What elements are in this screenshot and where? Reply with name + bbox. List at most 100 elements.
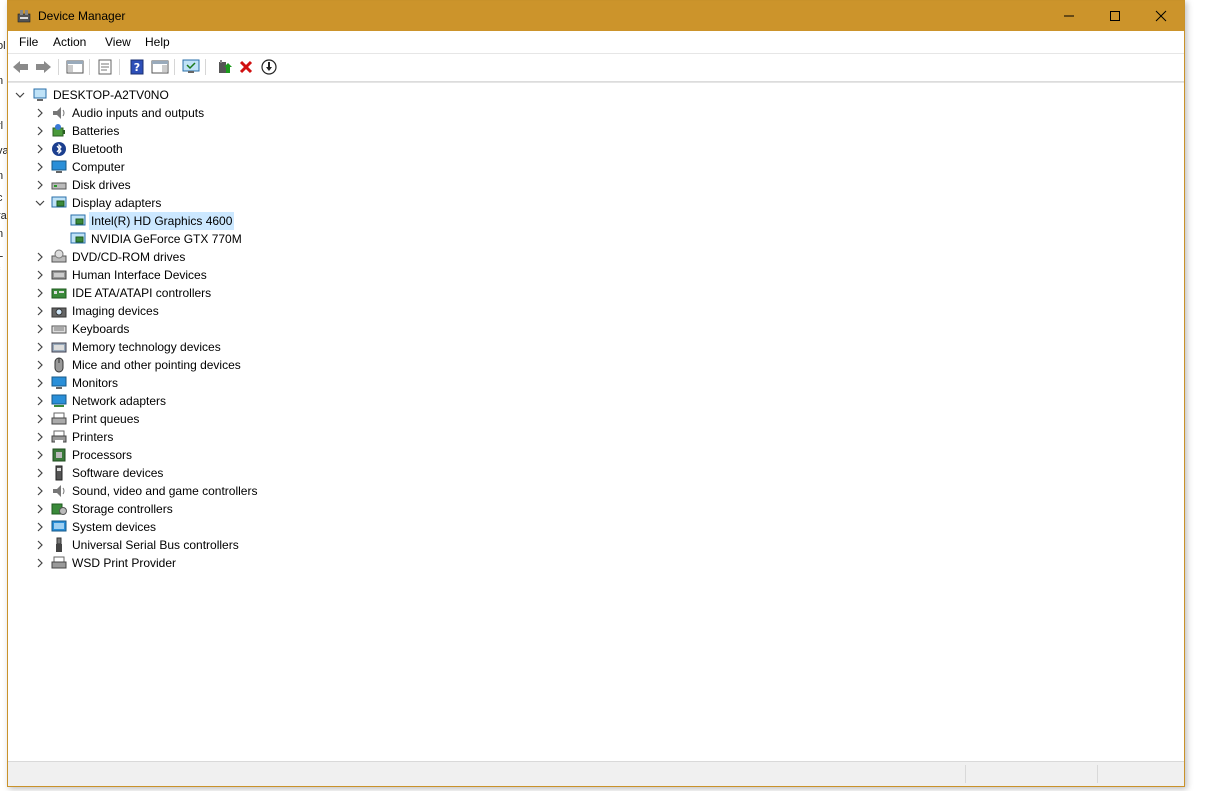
tree-device[interactable]: Intel(R) HD Graphics 4600 [8,212,608,230]
memory-icon [51,339,67,355]
uninstall-device-button[interactable] [236,58,256,76]
background-text-fragment: rl [0,120,4,132]
minimize-icon [1064,15,1074,17]
chevron-down-icon[interactable] [15,86,25,104]
tree-category[interactable]: WSD Print Provider [8,554,608,572]
chevron-right-icon[interactable] [35,428,45,446]
tree-category[interactable]: Storage controllers [8,500,608,518]
tree-category[interactable]: Disk drives [8,176,608,194]
status-pane [1097,765,1186,783]
wsd-printer-icon [51,555,67,571]
tree-item-label: Processors [72,448,133,462]
chevron-right-icon[interactable] [35,374,45,392]
menu-view[interactable]: View [105,35,131,49]
uninstall-device-icon [239,60,253,74]
tree-item-label: Imaging devices [72,304,159,318]
disable-device-button[interactable] [259,58,279,76]
show-hide-console-tree-icon [66,60,84,74]
chevron-right-icon[interactable] [35,536,45,554]
print-queue-icon [51,411,67,427]
menu-file[interactable]: File [19,35,38,49]
menu-help[interactable]: Help [145,35,170,49]
action-pane-button[interactable] [150,58,170,76]
help-button[interactable]: ? [127,58,147,76]
tree-category[interactable]: Processors [8,446,608,464]
tree-item-label: Human Interface Devices [72,268,207,282]
keyboard-icon [51,321,67,337]
menu-action[interactable]: Action [53,35,86,49]
chevron-right-icon[interactable] [35,122,45,140]
back-button[interactable] [11,58,31,76]
chevron-right-icon[interactable] [35,464,45,482]
chevron-right-icon[interactable] [35,392,45,410]
forward-button[interactable] [33,58,53,76]
tree-category[interactable]: Keyboards [8,320,608,338]
show-hide-console-tree-button[interactable] [65,58,85,76]
action-pane-icon [151,60,169,74]
tree-root[interactable]: DESKTOP-A2TV0NO [8,86,608,104]
display-adapter-icon [70,231,86,247]
minimize-button[interactable] [1046,1,1092,31]
tree-item-label: Bluetooth [72,142,123,156]
toolbar-separator [119,59,120,75]
tree-category[interactable]: Universal Serial Bus controllers [8,536,608,554]
chevron-right-icon[interactable] [35,338,45,356]
tree-category[interactable]: System devices [8,518,608,536]
tree-item-label: Network adapters [72,394,167,408]
svg-text:?: ? [134,61,140,74]
chevron-right-icon[interactable] [35,500,45,518]
tree-category[interactable]: Print queues [8,410,608,428]
tree-category[interactable]: Software devices [8,464,608,482]
chevron-right-icon[interactable] [35,248,45,266]
maximize-button[interactable] [1092,1,1138,31]
title-bar[interactable]: Device Manager [8,1,1184,31]
tree-category[interactable]: Monitors [8,374,608,392]
device-manager-window: Device Manager File Action View Help ? D… [7,0,1185,787]
tree-category[interactable]: Sound, video and game controllers [8,482,608,500]
tree-category[interactable]: Memory technology devices [8,338,608,356]
chevron-right-icon[interactable] [35,446,45,464]
chevron-down-icon[interactable] [35,194,45,212]
tree-category[interactable]: Human Interface Devices [8,266,608,284]
status-bar [8,761,1184,786]
tree-category[interactable]: Batteries [8,122,608,140]
chevron-right-icon[interactable] [35,104,45,122]
chevron-right-icon[interactable] [35,518,45,536]
chevron-right-icon[interactable] [35,284,45,302]
background-text-fragment: n [0,170,4,182]
close-button[interactable] [1138,1,1184,31]
monitor-icon [51,375,67,391]
chevron-right-icon[interactable] [35,482,45,500]
window-title: Device Manager [38,9,126,23]
hid-icon [51,267,67,283]
tree-category[interactable]: Network adapters [8,392,608,410]
tree-category[interactable]: IDE ATA/ATAPI controllers [8,284,608,302]
tree-device[interactable]: NVIDIA GeForce GTX 770M [8,230,608,248]
chevron-right-icon[interactable] [35,266,45,284]
scan-hardware-changes-button[interactable] [181,58,201,76]
tree-item-label: Monitors [72,376,119,390]
chevron-right-icon[interactable] [35,140,45,158]
chevron-right-icon[interactable] [35,158,45,176]
chevron-right-icon[interactable] [35,410,45,428]
processor-icon [51,447,67,463]
tree-category[interactable]: Audio inputs and outputs [8,104,608,122]
tree-category[interactable]: Computer [8,158,608,176]
tree-category[interactable]: Imaging devices [8,302,608,320]
chevron-right-icon[interactable] [35,320,45,338]
tree-item-label: Computer [72,160,125,174]
tree-category[interactable]: Bluetooth [8,140,608,158]
update-driver-button[interactable] [214,58,234,76]
tree-category[interactable]: DVD/CD-ROM drives [8,248,608,266]
disable-device-icon [261,59,277,75]
background-text-fragment: n [0,228,4,240]
tree-category[interactable]: Mice and other pointing devices [8,356,608,374]
tree-category[interactable]: Printers [8,428,608,446]
chevron-right-icon[interactable] [35,176,45,194]
properties-button[interactable] [95,58,115,76]
chevron-right-icon[interactable] [35,302,45,320]
chevron-right-icon[interactable] [35,554,45,572]
chevron-right-icon[interactable] [35,356,45,374]
tree-category[interactable]: Display adapters [8,194,608,212]
maximize-icon [1110,11,1120,21]
